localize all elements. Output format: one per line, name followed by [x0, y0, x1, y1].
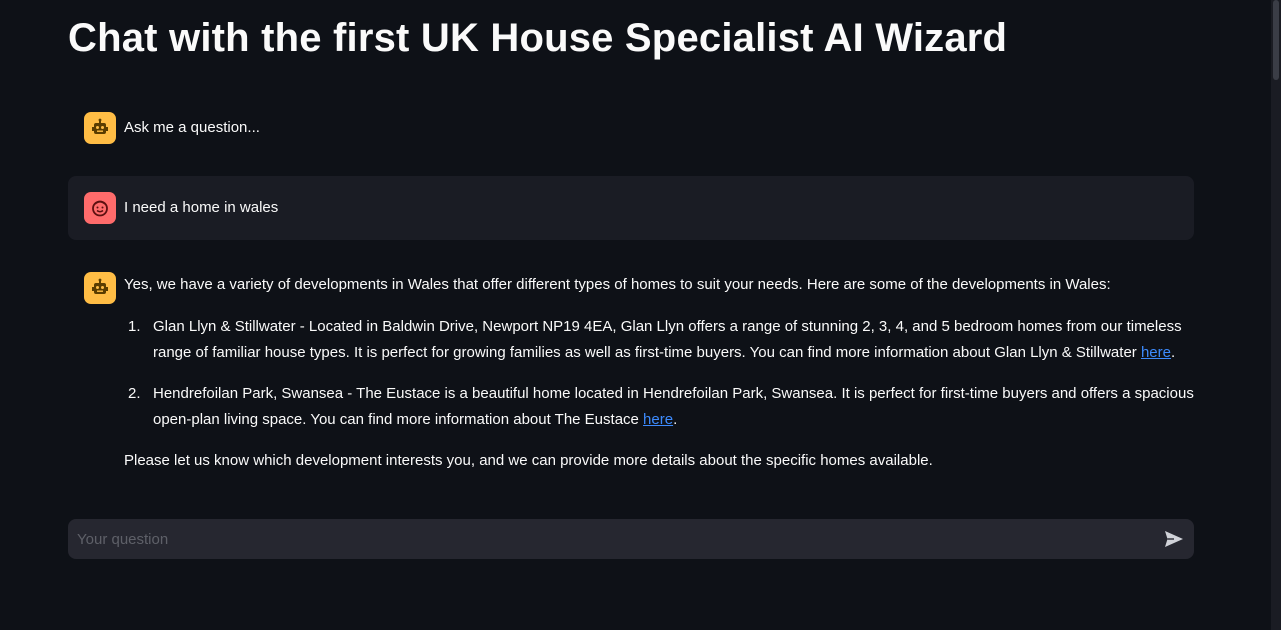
list-item-text: open-plan living space. You can find mor… [153, 411, 644, 428]
list-item: 1. Glan Llyn & Stillwater - Located in B… [124, 314, 1194, 366]
list-item-text: range of familiar house types. It is per… [153, 344, 1141, 361]
list-item-line: Hendrefoilan Park, Swansea - The Eustace… [153, 385, 1194, 402]
list-number: 1. [128, 318, 141, 335]
answer-intro: Yes, we have a variety of developments i… [124, 276, 1111, 293]
page-title: Chat with the first UK House Specialist … [68, 16, 1008, 60]
list-item-line: open-plan living space. You can find mor… [153, 407, 1194, 433]
greeting-text: Ask me a question... [124, 119, 260, 136]
robot-icon [84, 112, 116, 144]
list-item-line: range of familiar house types. It is per… [153, 340, 1194, 366]
send-icon [1165, 531, 1183, 547]
list-item-punct: . [1170, 344, 1176, 361]
list-item-punct: . [673, 411, 678, 428]
glan-llyn-link[interactable]: here [1141, 344, 1171, 361]
developments-list: 1. Glan Llyn & Stillwater - Located in B… [124, 314, 1194, 433]
send-button[interactable] [1164, 529, 1184, 549]
chat-input-box [68, 519, 1194, 559]
list-item-line: Glan Llyn & Stillwater - Located in Bald… [153, 318, 1182, 335]
question-input[interactable] [68, 519, 1148, 559]
list-number: 2. [128, 385, 141, 402]
scrollbar-thumb[interactable] [1273, 0, 1279, 80]
smiley-face-icon [84, 192, 116, 224]
robot-icon [84, 272, 116, 304]
user-message-text: I need a home in wales [124, 199, 279, 216]
eustace-link[interactable]: here [643, 411, 673, 428]
answer-outro: Please let us know which development int… [124, 452, 933, 469]
list-item: 2. Hendrefoilan Park, Swansea - The Eust… [124, 381, 1194, 433]
page-scrollbar[interactable] [1271, 0, 1281, 630]
